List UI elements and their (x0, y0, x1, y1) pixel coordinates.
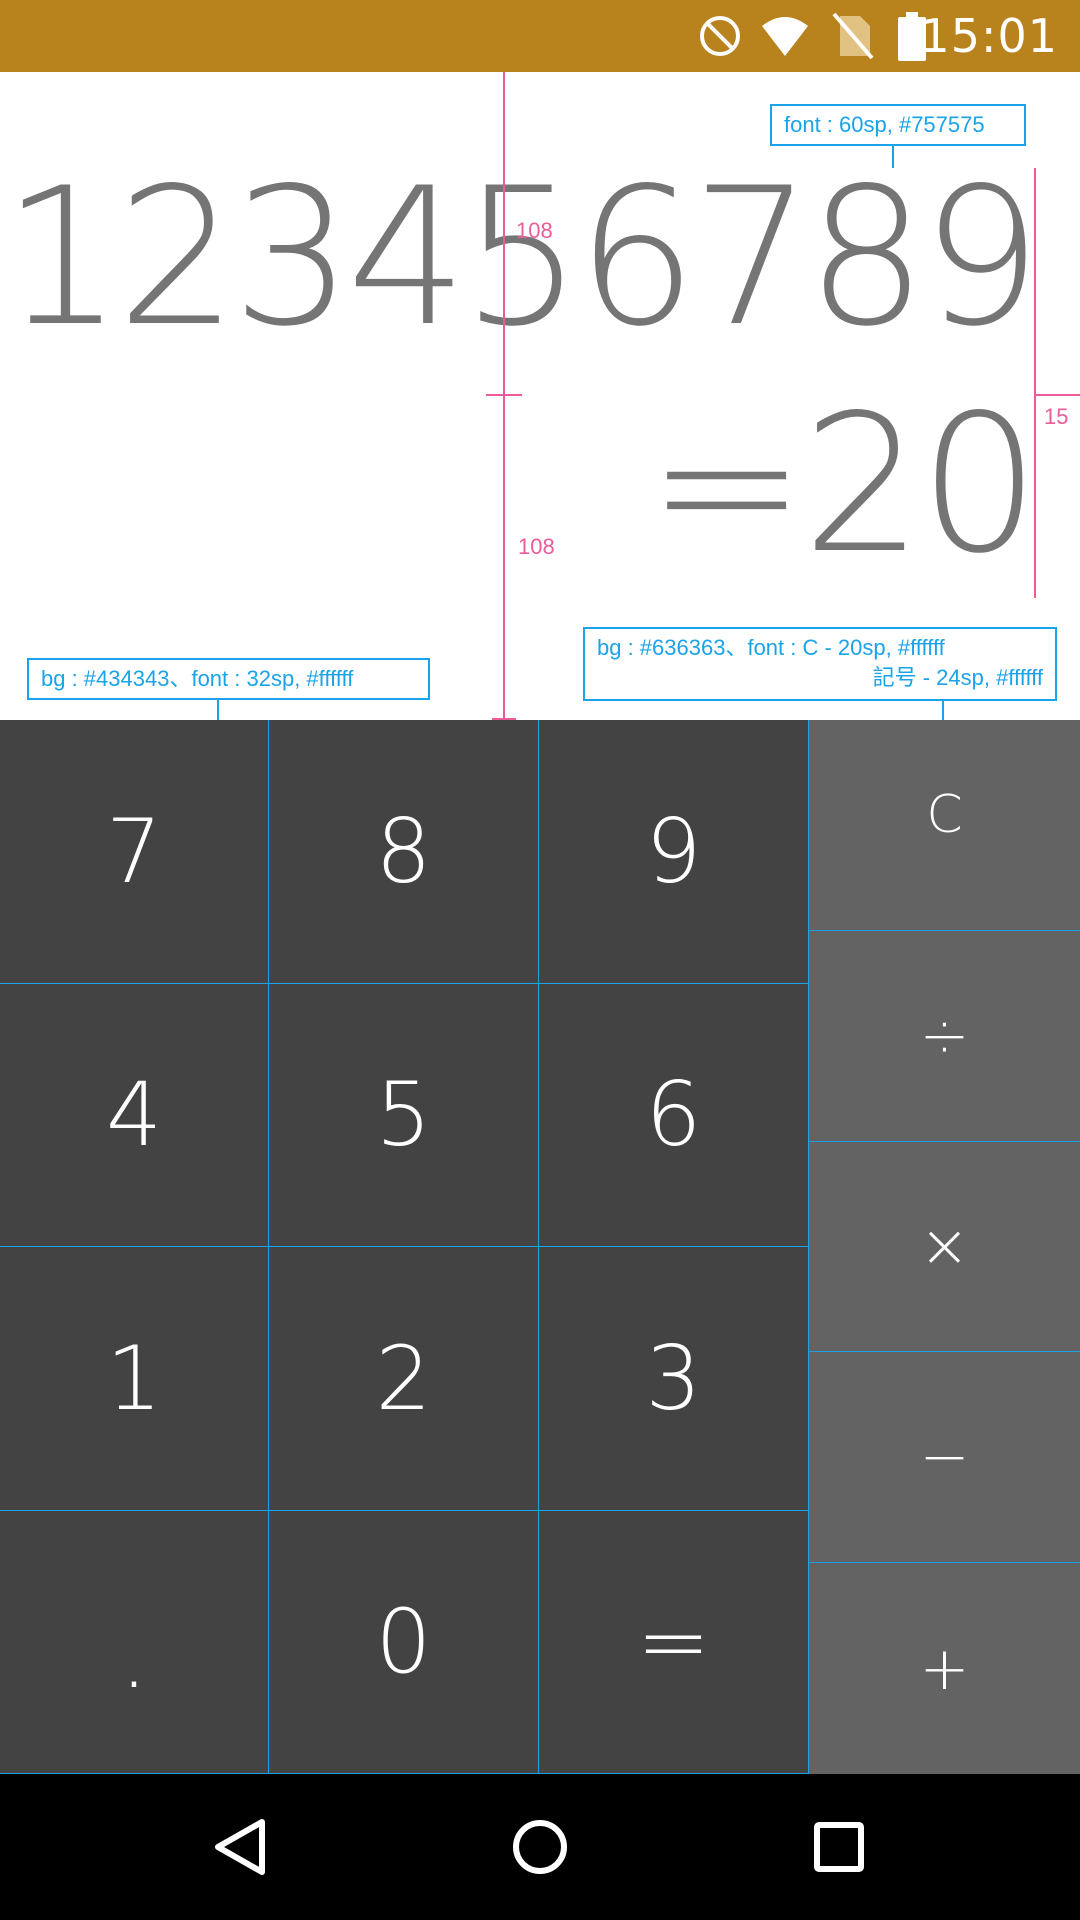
annotation-keypad-number: bg : #434343、font : 32sp, #ffffff (27, 658, 430, 700)
key-9[interactable]: 9 (539, 720, 809, 984)
key-2[interactable]: 2 (269, 1247, 539, 1511)
wifi-icon (762, 17, 808, 56)
status-time: 15:01 (920, 9, 1058, 63)
key-equals[interactable]: = (539, 1510, 809, 1774)
measure-label-right: 15 (1044, 404, 1069, 429)
annotation-keypad-number-text: bg : #434343、font : 32sp, #ffffff (41, 666, 354, 691)
measure-guide-center (503, 72, 505, 720)
status-bar: 15:01 (0, 0, 1080, 72)
key-clear[interactable]: C (809, 720, 1080, 931)
result-text: =20 (647, 374, 1040, 595)
back-icon[interactable] (204, 1810, 278, 1884)
key-6[interactable]: 6 (539, 983, 809, 1247)
measure-label-bottom: 108 (518, 534, 555, 559)
calculator-display: 123456789 =20 108 108 15 font : 60sp, #7… (0, 72, 1080, 737)
navigation-bar (0, 1774, 1080, 1920)
key-0[interactable]: 0 (269, 1510, 539, 1774)
annotation-display-font-line (892, 146, 894, 168)
measure-tick-middle (486, 394, 522, 396)
no-sim-icon (832, 12, 874, 60)
expression-text: 123456789 (2, 147, 1042, 368)
annotation-display-font-text: font : 60sp, #757575 (784, 112, 985, 137)
key-8[interactable]: 8 (269, 720, 539, 984)
keypad: 7 8 9 4 5 6 1 2 3 . 0 = C ÷ × − + (0, 720, 1080, 1774)
measure-tick-right (1034, 394, 1080, 396)
number-pad: 7 8 9 4 5 6 1 2 3 . 0 = (0, 720, 809, 1774)
annotation-keypad-operator: bg : #636363、font : C - 20sp, #ffffff 記号… (583, 627, 1057, 701)
key-5[interactable]: 5 (269, 983, 539, 1247)
key-add[interactable]: + (809, 1563, 1080, 1774)
key-1[interactable]: 1 (0, 1247, 269, 1511)
key-multiply[interactable]: × (809, 1142, 1080, 1353)
home-icon[interactable] (503, 1810, 577, 1884)
key-3[interactable]: 3 (539, 1247, 809, 1511)
annotation-keypad-operator-line2: 記号 - 24sp, #ffffff (872, 665, 1043, 690)
key-7[interactable]: 7 (0, 720, 269, 984)
key-divide[interactable]: ÷ (809, 931, 1080, 1142)
annotation-display-font: font : 60sp, #757575 (770, 104, 1026, 146)
operator-pad: C ÷ × − + (809, 720, 1080, 1774)
measure-guide-right (1034, 168, 1036, 598)
do-not-disturb-icon (700, 16, 740, 56)
measure-label-top: 108 (516, 218, 553, 243)
key-decimal[interactable]: . (0, 1510, 269, 1774)
annotation-keypad-operator-line1: bg : #636363、font : C - 20sp, #ffffff (597, 635, 945, 660)
recents-icon[interactable] (802, 1810, 876, 1884)
key-subtract[interactable]: − (809, 1352, 1080, 1564)
key-4[interactable]: 4 (0, 983, 269, 1247)
